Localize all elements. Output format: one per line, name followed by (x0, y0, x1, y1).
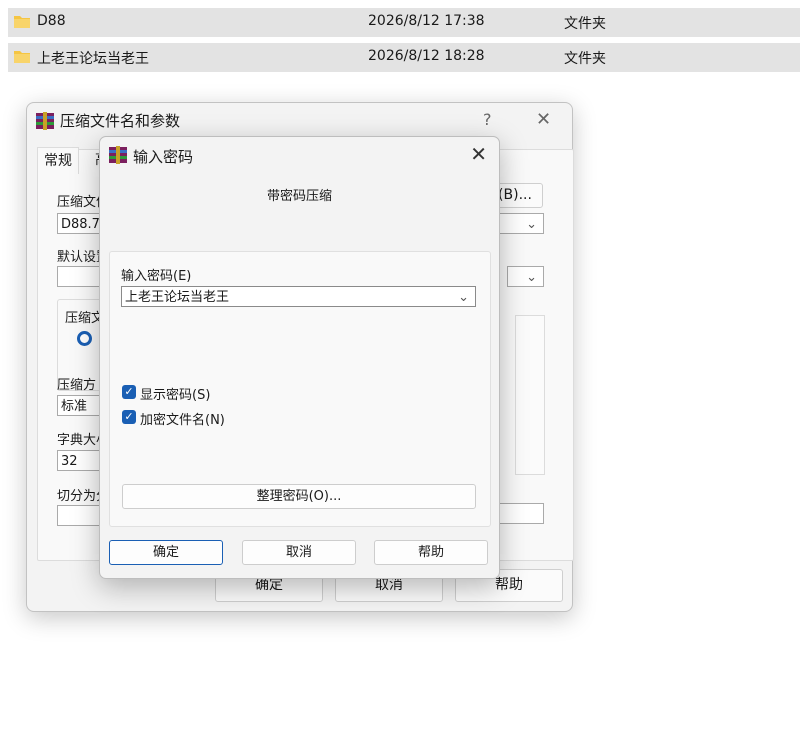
folder-icon (14, 16, 30, 28)
file-date: 2026/8/12 17:38 (368, 13, 485, 29)
options-group (515, 315, 545, 475)
organize-passwords-button[interactable]: 整理密码(O)... (122, 484, 476, 509)
dialog-heading: 带密码压缩 (266, 189, 332, 204)
chevron-down-icon[interactable]: ⌄ (495, 213, 544, 234)
file-date: 2026/8/12 18:28 (368, 48, 485, 64)
password-dialog: 输入密码 ✕ 带密码压缩 输入密码(E) 上老王论坛当老王 ⌄ ✓ 显示密码(S… (99, 136, 500, 579)
password-value: 上老王论坛当老王 (125, 290, 230, 305)
encrypt-names-label: 加密文件名(N) (140, 413, 225, 428)
folder-icon (14, 51, 30, 63)
dialog-ok-button[interactable]: 确定 (109, 540, 223, 565)
chevron-down-icon[interactable]: ⌄ (507, 266, 544, 287)
file-name: D88 (37, 13, 66, 29)
dialog-cancel-button[interactable]: 取消 (242, 540, 356, 565)
tab-general[interactable]: 常规 (37, 147, 79, 174)
format-radio[interactable] (77, 331, 92, 346)
winrar-icon (36, 112, 54, 130)
password-input[interactable]: 上老王论坛当老王 ⌄ (121, 286, 476, 307)
method-label: 压缩方 (57, 378, 97, 393)
window-title: 压缩文件名和参数 (60, 112, 181, 130)
split-unit-select[interactable] (497, 503, 544, 524)
show-password-label: 显示密码(S) (140, 388, 211, 403)
file-row-d88[interactable]: D88 2026/8/12 17:38 文件夹 (8, 8, 800, 37)
help-title-button[interactable]: ? (483, 110, 492, 129)
encrypt-names-checkbox[interactable]: ✓ (122, 410, 136, 424)
file-name: 上老王论坛当老王 (37, 51, 149, 67)
file-row-laowang[interactable]: 上老王论坛当老王 2026/8/12 18:28 文件夹 (8, 43, 800, 72)
winrar-icon (109, 146, 127, 164)
file-type: 文件夹 (564, 16, 606, 32)
chevron-down-icon[interactable]: ⌄ (458, 287, 469, 306)
close-icon[interactable]: ✕ (470, 142, 487, 166)
file-type: 文件夹 (564, 51, 606, 67)
close-icon[interactable]: ✕ (536, 109, 551, 130)
dialog-help-button[interactable]: 帮助 (374, 540, 488, 565)
password-label: 输入密码(E) (121, 269, 192, 284)
show-password-checkbox[interactable]: ✓ (122, 385, 136, 399)
dialog-title: 输入密码 (133, 148, 194, 166)
